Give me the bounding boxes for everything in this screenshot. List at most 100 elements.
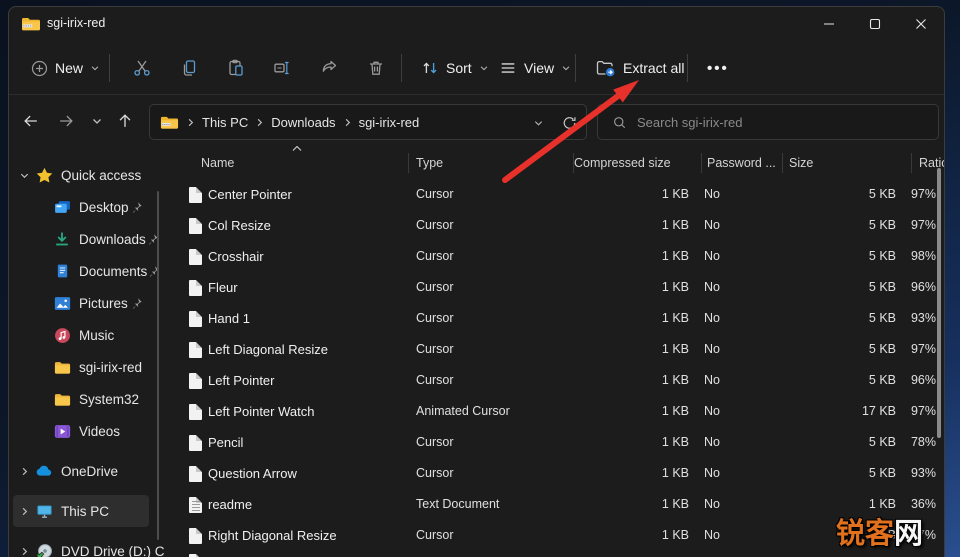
delete-button[interactable]: [356, 51, 396, 85]
see-more-button[interactable]: •••: [699, 51, 737, 85]
file-row-question-arrow[interactable]: Question Arrow Cursor 1 KB No 5 KB 93%: [166, 458, 944, 489]
sort-button[interactable]: Sort: [413, 51, 497, 85]
sidebar-item-videos[interactable]: Videos: [13, 415, 149, 447]
address-bar[interactable]: This PC Downloads sgi-irix-red: [149, 104, 587, 140]
file-icon: [189, 310, 202, 327]
column-header-name[interactable]: Name: [201, 149, 234, 177]
column-divider[interactable]: [782, 153, 783, 173]
file-password: No: [704, 187, 720, 201]
file-icon: [189, 372, 202, 389]
sidebar-item-system32[interactable]: System32: [13, 383, 149, 415]
sidebar-item-documents[interactable]: Documents: [13, 255, 159, 287]
file-compressed-size: 1 KB: [661, 218, 689, 232]
column-divider[interactable]: [701, 153, 702, 173]
text-document-icon: [189, 496, 202, 513]
chevron-placeholder: [19, 391, 35, 407]
refresh-button[interactable]: [561, 113, 578, 133]
minimize-button[interactable]: [806, 7, 852, 41]
breadcrumb-item-downloads[interactable]: Downloads: [271, 115, 335, 130]
videos-icon: [53, 422, 71, 440]
file-row-crosshair[interactable]: Crosshair Cursor 1 KB No 5 KB 98%: [166, 241, 944, 272]
file-ratio: 97%: [910, 218, 936, 232]
file-row-fleur[interactable]: Fleur Cursor 1 KB No 5 KB 96%: [166, 272, 944, 303]
file-list-scrollbar[interactable]: [937, 168, 941, 438]
file-row-left-pointer-watch[interactable]: Left Pointer Watch Animated Cursor 1 KB No 1…: [166, 396, 944, 427]
sidebar-item-label: sgi-irix-red: [79, 359, 143, 375]
extract-all-button[interactable]: Extract all: [587, 51, 692, 85]
sidebar-item-label: Music: [79, 327, 115, 343]
chevron-right-icon[interactable]: [19, 463, 35, 479]
file-password: No: [704, 435, 720, 449]
column-header-compressed-size[interactable]: Compressed size: [574, 149, 671, 177]
file-icon: [189, 217, 202, 234]
file-ratio: 97%: [910, 404, 936, 418]
address-dropdown-chevron-icon[interactable]: [533, 114, 544, 132]
file-row-left-diagonal-resize[interactable]: Left Diagonal Resize Cursor 1 KB No 5 KB 97%: [166, 334, 944, 365]
pin-icon: [130, 201, 143, 214]
column-divider[interactable]: [408, 153, 409, 173]
file-row-right-diagonal-resize[interactable]: Right Diagonal Resize Cursor 1 KB No 5 KB 97%: [166, 520, 944, 551]
column-header-size[interactable]: Size: [789, 149, 813, 177]
file-icon: [189, 434, 202, 451]
new-button[interactable]: New: [23, 51, 108, 85]
file-type: Cursor: [416, 342, 454, 356]
sidebar-item-quick-access[interactable]: Quick access: [13, 159, 149, 191]
downloads-icon: [53, 230, 71, 248]
column-header-type[interactable]: Type: [416, 149, 443, 177]
chevron-right-icon[interactable]: [19, 543, 35, 557]
sidebar-scrollbar[interactable]: [157, 191, 159, 540]
file-size: 5 KB: [868, 466, 896, 480]
breadcrumb-item-sgi-irix-red[interactable]: sgi-irix-red: [359, 115, 420, 130]
chevron-right-icon[interactable]: [19, 503, 35, 519]
pictures-icon: [53, 294, 71, 312]
breadcrumb-item-this-pc[interactable]: This PC: [202, 115, 248, 130]
sidebar-item-music[interactable]: Music: [13, 319, 149, 351]
column-header-ratio[interactable]: Ratio: [919, 149, 944, 177]
file-password: No: [704, 280, 720, 294]
toolbar-separator: [109, 54, 110, 82]
maximize-button[interactable]: [852, 7, 898, 41]
back-button[interactable]: [17, 107, 45, 135]
forward-button[interactable]: [52, 107, 80, 135]
file-row-center-pointer[interactable]: Center Pointer Cursor 1 KB No 5 KB 97%: [166, 179, 944, 210]
view-list-icon: [499, 59, 517, 77]
file-row-hand-1[interactable]: Hand 1 Cursor 1 KB No 5 KB 93%: [166, 303, 944, 334]
titlebar: sgi-irix-red: [9, 7, 944, 41]
file-name: Right Diagonal Resize: [208, 528, 337, 543]
sidebar-item-label: Pictures: [79, 295, 128, 311]
star-icon: [35, 166, 53, 184]
folder-icon: [53, 358, 71, 376]
file-row-left-pointer[interactable]: Left Pointer Cursor 1 KB No 5 KB 96%: [166, 365, 944, 396]
recent-locations-button[interactable]: [83, 107, 111, 135]
file-password: No: [704, 528, 720, 542]
sidebar-item-downloads[interactable]: Downloads: [13, 223, 158, 255]
file-type: Cursor: [416, 187, 454, 201]
window-controls: [806, 7, 944, 41]
column-divider[interactable]: [911, 153, 912, 173]
column-header-password[interactable]: Password ...: [707, 149, 776, 177]
file-password: No: [704, 466, 720, 480]
sidebar-item-desktop[interactable]: Desktop: [13, 191, 149, 223]
sidebar-item-dvd-drive-d-c[interactable]: DVD Drive (D:) C: [13, 535, 165, 557]
paste-button[interactable]: [216, 51, 256, 85]
view-button[interactable]: View: [491, 51, 579, 85]
sidebar: Quick access Desktop Downloads Documents Pic…: [9, 146, 166, 557]
cut-button[interactable]: [122, 51, 162, 85]
rename-button[interactable]: [262, 51, 302, 85]
sidebar-item-pictures[interactable]: Pictures: [13, 287, 149, 319]
chevron-down-icon[interactable]: [19, 167, 35, 183]
up-button[interactable]: [111, 107, 139, 135]
share-button[interactable]: [309, 51, 349, 85]
search-box[interactable]: Search sgi-irix-red: [597, 104, 939, 140]
sort-arrows-icon: [421, 59, 439, 77]
file-explorer-window: sgi-irix-red New Sort View Extract all •…: [8, 6, 945, 557]
sidebar-item-onedrive[interactable]: OneDrive: [13, 455, 149, 487]
sidebar-item-this-pc[interactable]: This PC: [13, 495, 149, 527]
file-row-readme[interactable]: readme Text Document 1 KB No 1 KB 36%: [166, 489, 944, 520]
copy-button[interactable]: [169, 51, 209, 85]
file-size: 5 KB: [868, 373, 896, 387]
file-row-col-resize[interactable]: Col Resize Cursor 1 KB No 5 KB 97%: [166, 210, 944, 241]
sidebar-item-sgi-irix-red[interactable]: sgi-irix-red: [13, 351, 149, 383]
file-row-pencil[interactable]: Pencil Cursor 1 KB No 5 KB 78%: [166, 427, 944, 458]
close-button[interactable]: [898, 7, 944, 41]
